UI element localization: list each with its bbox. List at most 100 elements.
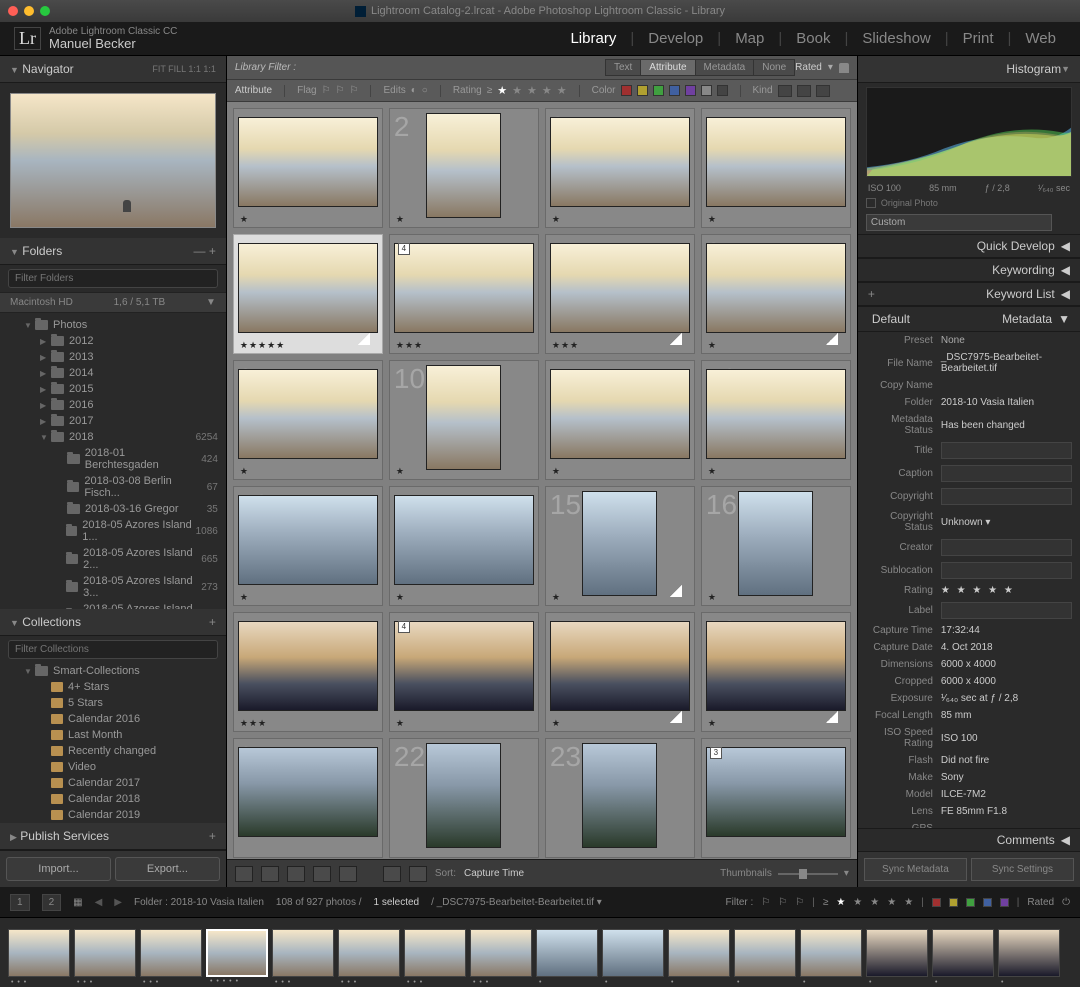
traffic-lights[interactable] xyxy=(8,6,50,16)
collection-calendar-2019[interactable]: Calendar 2019 xyxy=(0,807,226,823)
module-map[interactable]: Map xyxy=(725,30,774,47)
grid-cell-15[interactable]: 15★ xyxy=(545,486,695,606)
thumbnail-size-slider[interactable] xyxy=(778,873,838,875)
filmstrip[interactable]: • • •• • •• • •• • • • •• • •• • •• • ••… xyxy=(0,917,1080,987)
keywordlist-header[interactable]: +Keyword List◀ xyxy=(858,282,1080,306)
screen-2[interactable]: 2 xyxy=(42,894,62,911)
color-red[interactable] xyxy=(621,85,632,96)
kind-master[interactable] xyxy=(778,85,792,97)
color-purple[interactable] xyxy=(685,85,696,96)
filmstrip-thumb-9[interactable]: • xyxy=(536,929,598,977)
grid-cell-24[interactable]: 243 xyxy=(701,738,851,858)
rating-star-2[interactable]: ★ xyxy=(512,84,522,97)
grid-cell-7[interactable]: 7★★★ xyxy=(545,234,695,354)
grid-view[interactable]: 1★2★3★4★5★★★★★6★★★47★★★8★9★10★11★12★13★1… xyxy=(227,102,857,859)
grid-cell-22[interactable]: 22 xyxy=(389,738,539,858)
maximize-icon[interactable] xyxy=(40,6,50,16)
toolbar-menu-icon[interactable]: ▾ xyxy=(844,868,849,879)
rating-star-5[interactable]: ★ xyxy=(557,84,567,97)
profile-dropdown[interactable]: Custom xyxy=(866,214,1052,231)
current-file[interactable]: / _DSC7975-Bearbeitet-Bearbeitet.tif ▾ xyxy=(431,897,602,908)
export-button[interactable]: Export... xyxy=(115,857,220,881)
module-print[interactable]: Print xyxy=(953,30,1004,47)
rating-star-3[interactable]: ★ xyxy=(527,84,537,97)
filmstrip-thumb-16[interactable]: • xyxy=(998,929,1060,977)
folder-2018-05-azores-island-2-[interactable]: 2018-05 Azores Island 2...665 xyxy=(0,545,226,573)
minimize-icon[interactable] xyxy=(24,6,34,16)
filmstrip-thumb-2[interactable]: • • • xyxy=(74,929,136,977)
status-filter-preset[interactable]: Rated xyxy=(1027,897,1054,908)
grid-cell-19[interactable]: 19★ xyxy=(545,612,695,732)
rating-operator[interactable]: ≥ xyxy=(487,85,493,96)
filmstrip-thumb-8[interactable]: • • • xyxy=(470,929,532,977)
module-develop[interactable]: Develop xyxy=(638,30,713,47)
grid-cell-5[interactable]: 5★★★★★ xyxy=(233,234,383,354)
volume-info[interactable]: Macintosh HD 1,6 / 5,1 TB ▼ xyxy=(0,292,226,313)
filmstrip-thumb-3[interactable]: • • • xyxy=(140,929,202,977)
grid-cell-23[interactable]: 23 xyxy=(545,738,695,858)
folder-2013[interactable]: ▶2013 xyxy=(0,349,226,365)
filter-tab-metadata[interactable]: Metadata xyxy=(695,59,755,76)
folder-2016[interactable]: ▶2016 xyxy=(0,397,226,413)
sync-metadata-button[interactable]: Sync Metadata xyxy=(864,858,967,881)
edits-no-icon[interactable]: ○ xyxy=(422,85,428,96)
filter-preset-dropdown[interactable]: Rated xyxy=(795,62,822,73)
grid-cell-3[interactable]: 3★ xyxy=(545,108,695,228)
collections-header[interactable]: ▼ Collections + xyxy=(0,609,226,636)
comments-header[interactable]: Comments◀ xyxy=(858,828,1080,852)
folders-header[interactable]: ▼ Folders — + xyxy=(0,238,226,265)
metadata-header[interactable]: Default Metadata▼ xyxy=(858,306,1080,332)
filmstrip-thumb-13[interactable]: • xyxy=(800,929,862,977)
flag-reject-icon[interactable]: ⚐ xyxy=(350,85,359,96)
folder-2018-05-azores-island-3-[interactable]: 2018-05 Azores Island 3...273 xyxy=(0,573,226,601)
filmstrip-thumb-12[interactable]: • xyxy=(734,929,796,977)
color-green[interactable] xyxy=(653,85,664,96)
original-photo-checkbox[interactable] xyxy=(866,198,876,208)
grid-cell-4[interactable]: 4★ xyxy=(701,108,851,228)
flag-filter-icon[interactable]: ⚐ xyxy=(761,897,770,908)
folder-2018-05-azores-island-1-[interactable]: 2018-05 Azores Island 1...1086 xyxy=(0,517,226,545)
folder-photos[interactable]: ▼Photos xyxy=(0,317,226,333)
color-custom[interactable] xyxy=(717,85,728,96)
nav-fwd-icon[interactable]: ▶ xyxy=(114,897,122,908)
rating-star-4[interactable]: ★ xyxy=(542,84,552,97)
filmstrip-thumb-15[interactable]: • xyxy=(932,929,994,977)
grid-cell-20[interactable]: 20★ xyxy=(701,612,851,732)
module-slideshow[interactable]: Slideshow xyxy=(852,30,940,47)
view-loupe-icon[interactable] xyxy=(261,866,279,882)
folder-2012[interactable]: ▶2012 xyxy=(0,333,226,349)
folders-filter-input[interactable] xyxy=(8,269,218,288)
navigator-header[interactable]: ▼ Navigator FIT FILL 1:1 1:1 xyxy=(0,56,226,83)
smart-collections-folder[interactable]: ▼Smart-Collections xyxy=(0,663,226,679)
quick-develop-header[interactable]: Quick Develop◀ xyxy=(858,234,1080,258)
filmstrip-thumb-6[interactable]: • • • xyxy=(338,929,400,977)
color-blue[interactable] xyxy=(669,85,680,96)
folder-2018-05-azores-island-4-[interactable]: 2018-05 Azores Island 4...431 xyxy=(0,601,226,609)
navigator-zoom-options[interactable]: FIT FILL 1:1 1:1 xyxy=(152,64,216,74)
breadcrumb[interactable]: Folder : 2018-10 Vasia Italien xyxy=(134,897,264,908)
folder-2018-03-08-berlin-fisch-[interactable]: 2018-03-08 Berlin Fisch...67 xyxy=(0,473,226,501)
sync-settings-button[interactable]: Sync Settings xyxy=(971,858,1074,881)
histogram-header[interactable]: Histogram ▼ xyxy=(858,56,1080,83)
grid-cell-17[interactable]: 17★★★ xyxy=(233,612,383,732)
grid-cell-10[interactable]: 10★ xyxy=(389,360,539,480)
keywording-header[interactable]: Keywording◀ xyxy=(858,258,1080,282)
grid-cell-16[interactable]: 16★ xyxy=(701,486,851,606)
folder-2018-01-berchtesgaden[interactable]: 2018-01 Berchtesgaden424 xyxy=(0,445,226,473)
color-none[interactable] xyxy=(701,85,712,96)
filter-tab-none[interactable]: None xyxy=(753,59,795,76)
grid-cell-8[interactable]: 8★ xyxy=(701,234,851,354)
collection-video[interactable]: Video xyxy=(0,759,226,775)
filmstrip-thumb-1[interactable]: • • • xyxy=(8,929,70,977)
filmstrip-thumb-4[interactable]: • • • • • xyxy=(206,929,268,977)
painter-icon[interactable] xyxy=(383,866,401,882)
kind-video[interactable] xyxy=(816,85,830,97)
filmstrip-thumb-11[interactable]: • xyxy=(668,929,730,977)
folder-2015[interactable]: ▶2015 xyxy=(0,381,226,397)
lock-icon[interactable] xyxy=(839,63,849,73)
grid-cell-1[interactable]: 1★ xyxy=(233,108,383,228)
folder-2018-03-16-gregor[interactable]: 2018-03-16 Gregor35 xyxy=(0,501,226,517)
folder-2018[interactable]: ▼20186254 xyxy=(0,429,226,445)
filter-tab-text[interactable]: Text xyxy=(605,59,641,76)
grid-cell-12[interactable]: 12★ xyxy=(701,360,851,480)
